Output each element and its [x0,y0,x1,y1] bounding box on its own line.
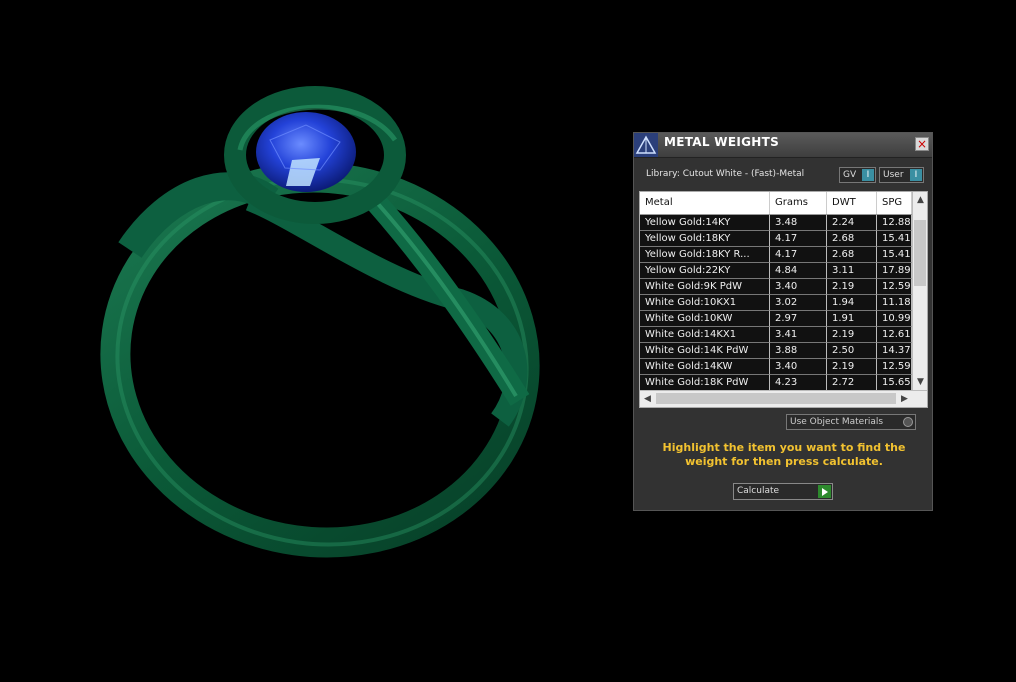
dwt-cell: 2.19 [827,359,877,375]
metal-cell: Yellow Gold:22KY [640,263,770,279]
metal-cell: White Gold:9K PdW [640,279,770,295]
metal-cell: White Gold:14KW [640,359,770,375]
calculate-button[interactable]: Calculate [733,483,833,500]
table-header: Metal Grams DWT SPG [640,192,912,215]
dwt-cell: 2.19 [827,327,877,343]
dwt-cell: 1.91 [827,311,877,327]
table-row[interactable]: White Gold:10KX1 3.02 1.94 11.18 [640,295,912,311]
metal-cell: White Gold:14K PdW [640,343,770,359]
grams-cell: 4.17 [770,247,827,263]
table-row[interactable]: Yellow Gold:22KY 4.84 3.11 17.89 [640,263,912,279]
grams-cell: 3.02 [770,295,827,311]
metal-table[interactable]: Metal Grams DWT SPG Yellow Gold:14KY 3.48… [639,191,928,408]
table-row[interactable]: White Gold:14KW 3.40 2.19 12.59 [640,359,912,375]
table-row[interactable]: White Gold:18K PdW 4.23 2.72 15.65 [640,375,912,390]
dwt-cell: 1.94 [827,295,877,311]
gv-toggle-label: GV [843,170,857,180]
metal-cell: White Gold:10KX1 [640,295,770,311]
column-header-dwt[interactable]: DWT [827,192,877,214]
spg-cell: 11.18 [877,295,912,311]
table-row[interactable]: White Gold:14K PdW 3.88 2.50 14.37 [640,343,912,359]
metal-cell: White Gold:18K PdW [640,375,770,390]
instructions-text: Highlight the item you want to find the … [662,441,906,468]
metal-cell: White Gold:10KW [640,311,770,327]
vertical-scroll-thumb[interactable] [914,220,926,286]
spg-cell: 15.65 [877,375,912,390]
grams-cell: 3.40 [770,279,827,295]
spg-cell: 12.59 [877,279,912,295]
gv-toggle[interactable]: GV I [839,167,876,183]
table-row[interactable]: White Gold:10KW 2.97 1.91 10.99 [640,311,912,327]
metal-cell: Yellow Gold:18KY [640,231,770,247]
grams-cell: 3.40 [770,359,827,375]
table-row[interactable]: Yellow Gold:18KY R... 4.17 2.68 15.41 [640,247,912,263]
metal-weights-dialog: METAL WEIGHTS × Library: Cutout White - … [633,132,933,511]
table-row[interactable]: White Gold:9K PdW 3.40 2.19 12.59 [640,279,912,295]
grams-cell: 3.41 [770,327,827,343]
close-button[interactable]: × [915,137,929,151]
horizontal-scroll-thumb[interactable] [656,393,896,404]
metal-cell: White Gold:14KX1 [640,327,770,343]
dwt-cell: 2.72 [827,375,877,390]
dialog-title: METAL WEIGHTS [664,135,780,149]
metal-cell: Yellow Gold:14KY [640,215,770,231]
grams-cell: 4.84 [770,263,827,279]
calculate-label: Calculate [737,486,780,496]
column-header-grams[interactable]: Grams [770,192,827,214]
library-label: Library: Cutout White - (Fast)-Metal [646,169,805,179]
spg-cell: 12.88 [877,215,912,231]
column-header-metal[interactable]: Metal [640,192,770,214]
column-header-spg[interactable]: SPG [877,192,912,214]
scroll-up-icon[interactable]: ▲ [913,194,927,206]
app-logo-icon [634,133,658,157]
dwt-cell: 2.19 [827,279,877,295]
scroll-down-icon[interactable]: ▼ [913,376,927,388]
use-object-materials-label: Use Object Materials [790,417,884,427]
spg-cell: 10.99 [877,311,912,327]
user-toggle-label: User [883,170,904,180]
grams-cell: 2.97 [770,311,827,327]
use-object-materials-toggle[interactable]: Use Object Materials [786,414,916,430]
title-bar[interactable]: METAL WEIGHTS × [634,133,932,158]
metal-cell: Yellow Gold:18KY R... [640,247,770,263]
spg-cell: 12.59 [877,359,912,375]
grams-cell: 4.17 [770,231,827,247]
scroll-left-icon[interactable]: ◀ [640,393,655,405]
horizontal-scrollbar[interactable]: ◀ ▶ [640,390,927,407]
scroll-right-icon[interactable]: ▶ [897,393,912,405]
grams-cell: 3.88 [770,343,827,359]
dwt-cell: 3.11 [827,263,877,279]
spg-cell: 17.89 [877,263,912,279]
dwt-cell: 2.68 [827,231,877,247]
spg-cell: 14.37 [877,343,912,359]
table-row[interactable]: Yellow Gold:14KY 3.48 2.24 12.88 [640,215,912,231]
spg-cell: 12.61 [877,327,912,343]
dwt-cell: 2.50 [827,343,877,359]
spg-cell: 15.41 [877,247,912,263]
grams-cell: 3.48 [770,215,827,231]
play-icon [818,485,831,498]
dwt-cell: 2.68 [827,247,877,263]
user-toggle-knob: I [910,169,922,181]
user-toggle[interactable]: User I [879,167,924,183]
radio-icon [903,417,913,427]
vertical-scrollbar[interactable]: ▲ ▼ [912,192,927,390]
table-row[interactable]: White Gold:14KX1 3.41 2.19 12.61 [640,327,912,343]
grams-cell: 4.23 [770,375,827,390]
dwt-cell: 2.24 [827,215,877,231]
gv-toggle-knob: I [862,169,874,181]
table-row[interactable]: Yellow Gold:18KY 4.17 2.68 15.41 [640,231,912,247]
table-body: Yellow Gold:14KY 3.48 2.24 12.88 Yellow Gol… [640,215,912,390]
spg-cell: 15.41 [877,231,912,247]
